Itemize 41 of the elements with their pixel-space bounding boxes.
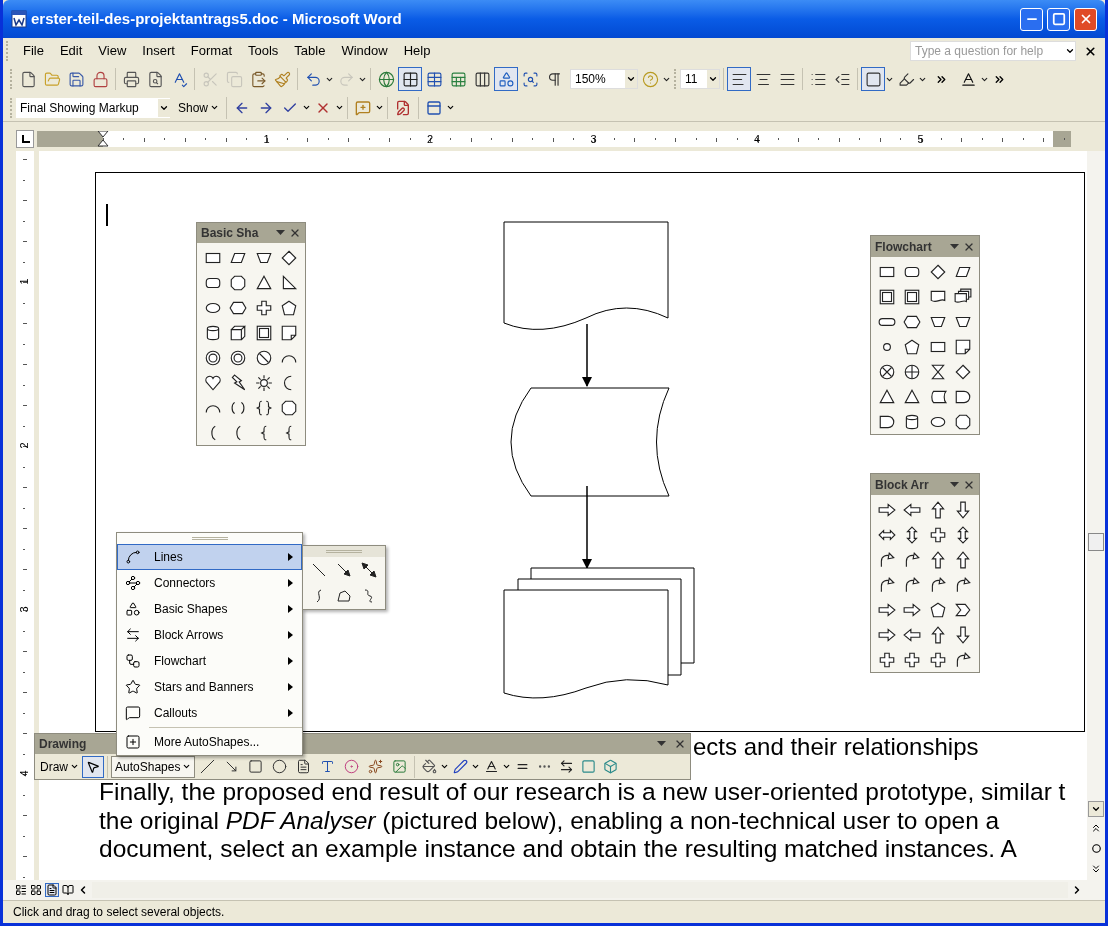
- menu-item[interactable]: Flowchart: [117, 648, 302, 674]
- menu-item[interactable]: Format: [183, 41, 239, 61]
- palette-title: Flowchart: [875, 238, 933, 256]
- ruler-number: 3: [590, 132, 597, 147]
- menu-item[interactable]: Callouts: [117, 700, 302, 726]
- autoshapes-button[interactable]: AutoShapes: [111, 755, 196, 778]
- menu-item[interactable]: Edit: [52, 41, 90, 61]
- ruler-number: 1: [263, 132, 270, 147]
- ruler-number: 3: [18, 606, 30, 613]
- ruler-number: 1: [18, 278, 30, 285]
- draw-menu-button[interactable]: Draw: [37, 757, 82, 776]
- ruler-number: 5: [917, 132, 924, 147]
- markup-display-select[interactable]: Final Showing Markup: [16, 97, 170, 118]
- menu-item[interactable]: Window: [334, 41, 395, 61]
- menu-item[interactable]: Lines: [117, 544, 302, 570]
- body-text: ects and their relationships: [693, 733, 980, 761]
- palette-title: Basic Sha: [201, 225, 260, 242]
- ruler-number: 4: [754, 132, 761, 147]
- menu-item[interactable]: More AutoShapes...: [117, 729, 302, 755]
- menu-item[interactable]: Stars and Banners: [117, 674, 302, 700]
- menu-item[interactable]: Block Arrows: [117, 622, 302, 648]
- toolbar-title: Drawing: [39, 736, 87, 753]
- ruler-number: 2: [427, 132, 434, 147]
- window-title: erster-teil-des-projektantrags5.doc - Microsoft Word: [31, 8, 402, 29]
- help-search-field[interactable]: Type a question for help: [910, 41, 1076, 61]
- font-size-select[interactable]: 11: [680, 69, 720, 89]
- status-text: Click and drag to select several objects.: [13, 904, 225, 921]
- menu-item[interactable]: Basic Shapes: [117, 596, 302, 622]
- palette-title: Block Arr: [875, 476, 930, 494]
- ruler-number: 4: [18, 770, 30, 777]
- menu-item[interactable]: File: [16, 41, 51, 61]
- ruler-number: 2: [18, 442, 30, 449]
- menu-item[interactable]: Help: [396, 41, 438, 61]
- menu-item[interactable]: Insert: [135, 41, 182, 61]
- menu-item[interactable]: Connectors: [117, 570, 302, 596]
- paragraph: Finally, the proposed end result of our research is a new user-oriented prototype, similar t the original PDF Analyser (pictured below), enabling a non-technical user to open a document, select an example instance and obtain the resulting matched instances. A: [99, 778, 1067, 864]
- menu-item[interactable]: View: [91, 41, 134, 61]
- menu-item[interactable]: Tools: [241, 41, 286, 61]
- show-button[interactable]: Show: [174, 98, 224, 117]
- zoom-select[interactable]: 150%: [570, 69, 638, 89]
- menu-item[interactable]: Table: [287, 41, 333, 61]
